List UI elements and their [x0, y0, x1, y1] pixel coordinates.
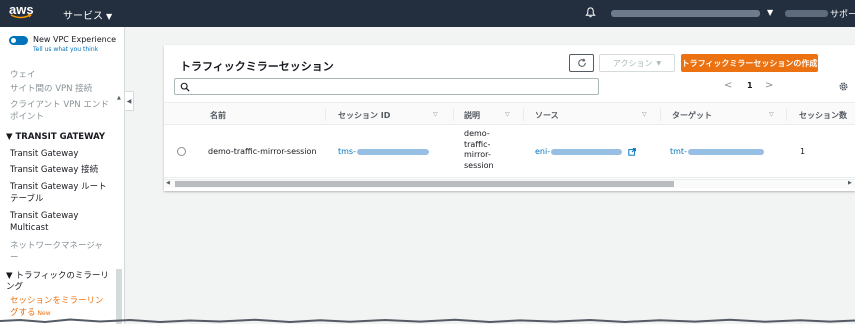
target-prefix: tmt-: [670, 147, 687, 156]
cell-session-number: 1: [800, 147, 806, 156]
section-label: トラフィックのミラーリング: [6, 271, 109, 292]
new-badge: New: [37, 310, 51, 317]
page-number[interactable]: 1: [747, 81, 753, 90]
column-divider: [660, 108, 661, 121]
services-menu[interactable]: サービス ▼: [63, 7, 112, 22]
table-header: 名前 セッション ID ▽ 説明 ▽ ソース ▽ ターゲット ▽ セッション数: [164, 102, 855, 125]
sort-icon[interactable]: ▽: [769, 111, 774, 118]
refresh-icon: [577, 58, 586, 67]
actions-dropdown[interactable]: アクション ▼: [599, 54, 675, 72]
column-header-session-number[interactable]: セッション数: [799, 110, 847, 121]
new-vpc-experience-toggle[interactable]: [9, 36, 28, 45]
aws-smile-icon: [10, 14, 32, 19]
region-menu-redacted[interactable]: [785, 10, 828, 17]
horizontal-scrollbar[interactable]: ◀ ▶: [164, 179, 855, 188]
previous-page-icon[interactable]: <: [724, 80, 732, 91]
section-collapse-icon: ▼: [6, 271, 16, 281]
refresh-button[interactable]: [569, 54, 594, 72]
column-header-target[interactable]: ターゲット: [672, 110, 712, 121]
scroll-up-icon[interactable]: ▲: [117, 95, 121, 101]
scroll-right-icon[interactable]: ▶: [848, 180, 852, 186]
scroll-left-icon[interactable]: ◀: [166, 180, 170, 186]
sort-icon[interactable]: ▽: [433, 111, 438, 118]
gear-icon[interactable]: [838, 81, 849, 92]
sidebar-collapse-button[interactable]: ◀: [125, 91, 134, 111]
sidebar-item-site-to-site-vpn[interactable]: サイト間の VPN 接続: [10, 83, 110, 95]
column-header-source[interactable]: ソース: [535, 110, 559, 121]
caret-down-icon: ▼: [656, 59, 662, 67]
page-title: トラフィックミラーセッション: [180, 60, 334, 73]
sidebar-item-transit-gateway-multicast[interactable]: Transit Gateway Multicast: [10, 210, 110, 234]
search-icon: [180, 82, 190, 92]
services-label: サービス: [63, 11, 103, 22]
sidebar-item-transit-gateway[interactable]: Transit Gateway: [10, 148, 110, 160]
caret-down-icon: ▼: [106, 12, 113, 21]
sidebar-item-network-manager[interactable]: ネットワークマネージャー: [10, 240, 110, 264]
sort-icon[interactable]: ▽: [505, 111, 510, 118]
session-id-prefix: tms-: [338, 147, 356, 156]
cell-source[interactable]: eni-: [535, 147, 636, 156]
column-header-description[interactable]: 説明: [464, 110, 480, 121]
cell-session-id[interactable]: tms-: [338, 147, 429, 156]
cell-description: demo-traffic-mirror-session: [464, 129, 494, 170]
column-divider: [325, 108, 326, 121]
active-item-label: セッションをミラーリングする: [10, 296, 104, 318]
cell-target[interactable]: tmt-: [670, 147, 764, 156]
actions-label: アクション: [612, 58, 653, 68]
source-prefix: eni-: [535, 147, 551, 156]
column-header-session-id[interactable]: セッション ID: [338, 110, 390, 121]
account-caret-icon: ▼: [767, 8, 774, 17]
redacted-target-id: [687, 148, 764, 155]
sidebar: New VPC Experience Tell us what you thin…: [0, 27, 125, 324]
sort-icon[interactable]: ▽: [642, 111, 647, 118]
scrollbar-thumb[interactable]: [175, 181, 674, 187]
bell-icon[interactable]: [585, 7, 596, 18]
sidebar-item-transit-gateway-attachments[interactable]: Transit Gateway 接続: [10, 164, 110, 176]
support-menu[interactable]: サポート: [830, 7, 855, 20]
traffic-mirror-sessions-panel: トラフィックミラーセッション アクション ▼ トラフィックミラーセッションの作成 …: [164, 45, 855, 191]
section-collapse-icon: ▼: [6, 132, 16, 142]
cell-name: demo-traffic-mirror-session: [208, 147, 317, 156]
create-traffic-mirror-session-button[interactable]: トラフィックミラーセッションの作成: [681, 54, 818, 72]
sidebar-scrollbar[interactable]: [116, 269, 122, 324]
column-divider: [786, 108, 787, 121]
next-page-icon[interactable]: >: [765, 80, 773, 91]
sidebar-item-gateway[interactable]: ウェイ: [10, 69, 110, 81]
column-divider: [453, 108, 454, 121]
redacted-session-id: [356, 148, 429, 155]
vpc-experience-title: New VPC Experience: [33, 35, 117, 44]
sidebar-item-client-vpn[interactable]: クライアント VPN エンドポイント: [10, 99, 110, 123]
external-link-icon[interactable]: [627, 147, 636, 156]
torn-edge-decoration: [0, 318, 855, 324]
sidebar-section-traffic-mirroring[interactable]: ▼ トラフィックのミラーリング: [6, 271, 114, 293]
redacted-source-id: [551, 148, 623, 155]
account-menu-redacted[interactable]: [611, 10, 760, 17]
aws-logo[interactable]: aws: [9, 2, 39, 23]
sidebar-section-transit-gateway[interactable]: ▼ TRANSIT GATEWAY: [6, 132, 105, 142]
table-row[interactable]: demo-traffic-mirror-session tms- demo-tr…: [164, 125, 855, 178]
column-divider: [523, 108, 524, 121]
top-navigation-bar: aws サービス▼ ▼ サポート: [0, 0, 855, 27]
section-label: TRANSIT GATEWAY: [15, 132, 106, 142]
row-select-radio[interactable]: [177, 147, 186, 156]
search-input[interactable]: [174, 78, 599, 95]
vpc-feedback-link[interactable]: Tell us what you think: [33, 46, 98, 53]
column-header-name[interactable]: 名前: [210, 110, 226, 121]
sidebar-item-transit-gateway-route-tables[interactable]: Transit Gateway ルートテーブル: [10, 181, 110, 205]
sidebar-item-mirror-sessions[interactable]: セッションをミラーリングする New: [10, 295, 110, 320]
